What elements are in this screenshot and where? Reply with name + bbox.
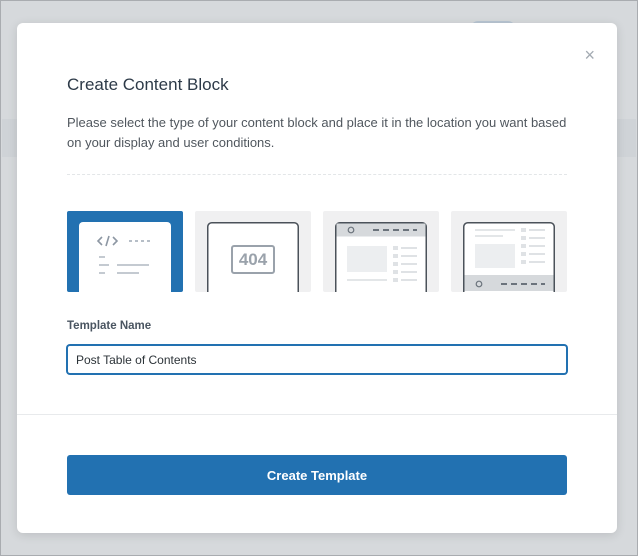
template-name-label: Template Name	[67, 320, 152, 332]
404-page-icon: 404	[207, 222, 299, 292]
header-layout-icon	[335, 222, 427, 292]
create-content-block-modal: × Create Content Block Please select the…	[17, 23, 617, 533]
close-icon[interactable]: ×	[584, 46, 595, 64]
footer-divider	[17, 414, 617, 415]
404-label: 404	[239, 250, 268, 269]
create-template-button[interactable]: Create Template	[67, 455, 567, 495]
block-type-footer[interactable]	[451, 211, 567, 292]
footer-layout-icon	[463, 222, 555, 292]
modal-title: Create Content Block	[67, 75, 229, 94]
modal-description: Please select the type of your content b…	[67, 115, 567, 150]
code-snippet-icon	[79, 222, 171, 292]
dashed-divider	[67, 174, 567, 175]
template-name-input[interactable]	[67, 345, 567, 374]
block-type-code-snippet[interactable]	[67, 211, 183, 292]
block-type-404-page[interactable]: 404	[195, 211, 311, 292]
block-type-header[interactable]	[323, 211, 439, 292]
